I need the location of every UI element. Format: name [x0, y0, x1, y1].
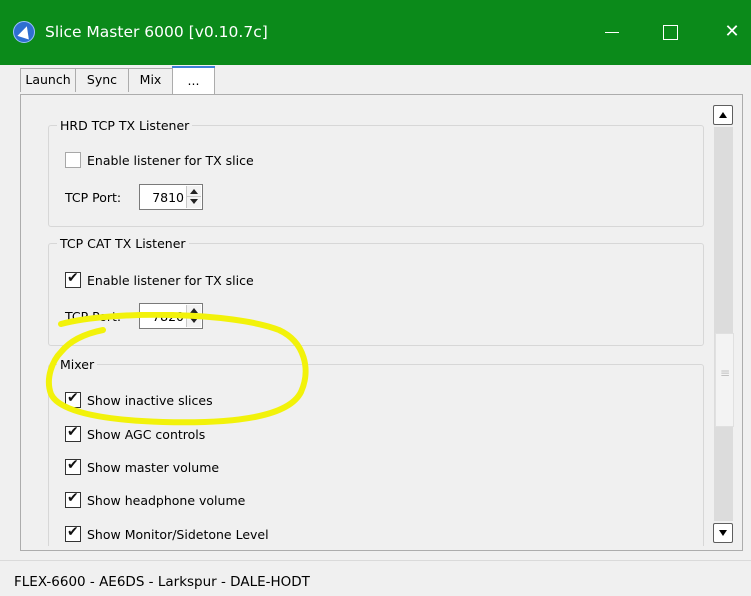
hrd-tcp-tx-listener-group: HRD TCP TX Listener Enable listener for …	[48, 118, 704, 227]
scrollbar-thumb[interactable]	[715, 333, 734, 427]
scroll-up-arrow-icon[interactable]	[713, 105, 733, 125]
spin-up-arrow-icon[interactable]	[187, 186, 201, 197]
scrollbar-track[interactable]	[714, 127, 734, 521]
vertical-scrollbar[interactable]	[713, 105, 735, 545]
show-headphone-volume-checkbox[interactable]: Show headphone volume	[65, 490, 245, 510]
checkmark-icon	[67, 424, 79, 440]
hrd-enable-checkbox[interactable]: Enable listener for TX slice	[65, 150, 254, 170]
checkbox-box[interactable]	[65, 424, 81, 442]
tab-launch[interactable]: Launch	[20, 68, 76, 92]
show-master-volume-checkbox[interactable]: Show master volume	[65, 457, 219, 477]
port-label: TCP Port:	[65, 308, 122, 324]
checkbox-box[interactable]	[65, 490, 81, 508]
tab-more[interactable]: ...	[172, 66, 215, 94]
maximize-button[interactable]	[650, 15, 690, 49]
checkbox-box[interactable]	[65, 524, 81, 542]
checkbox-box[interactable]	[65, 457, 81, 475]
checkmark-icon	[67, 490, 79, 506]
checkbox-label: Show inactive slices	[87, 392, 213, 408]
checkmark-icon	[67, 457, 79, 473]
group-title: TCP CAT TX Listener	[57, 236, 189, 251]
tab-mix[interactable]: Mix	[128, 68, 173, 92]
port-value[interactable]: 7820	[152, 309, 184, 324]
tcp-cat-tx-listener-group: TCP CAT TX Listener Enable listener for …	[48, 236, 704, 346]
settings-scroll-area[interactable]: HRD TCP TX Listener Enable listener for …	[21, 95, 711, 546]
tab-panel: HRD TCP TX Listener Enable listener for …	[20, 94, 743, 551]
checkmark-icon	[67, 270, 79, 286]
checkbox-label: Enable listener for TX slice	[87, 152, 254, 168]
spin-up-arrow-icon[interactable]	[187, 305, 201, 316]
cat-port-row: TCP Port: 7820	[65, 302, 203, 330]
checkbox-label: Enable listener for TX slice	[87, 272, 254, 288]
hrd-port-row: TCP Port: 7810	[65, 183, 203, 211]
status-bar: FLEX-6600 - AE6DS - Larkspur - DALE-HODT	[0, 560, 751, 596]
show-agc-controls-checkbox[interactable]: Show AGC controls	[65, 424, 205, 444]
show-monitor-sidetone-checkbox[interactable]: Show Monitor/Sidetone Level	[65, 524, 269, 544]
port-label: TCP Port:	[65, 189, 122, 205]
tab-sync[interactable]: Sync	[75, 68, 129, 92]
checkbox-label: Show headphone volume	[87, 492, 246, 508]
scroll-down-arrow-icon[interactable]	[713, 523, 733, 543]
window-title: Slice Master 6000 [v0.10.7c]	[45, 23, 268, 41]
status-text: FLEX-6600 - AE6DS - Larkspur - DALE-HODT	[14, 574, 310, 590]
checkbox-box[interactable]	[65, 152, 81, 168]
cat-port-spinner[interactable]: 7820	[139, 303, 203, 329]
group-title: HRD TCP TX Listener	[57, 118, 193, 133]
checkbox-label: Show master volume	[87, 459, 220, 475]
checkmark-icon	[67, 390, 79, 406]
checkbox-box[interactable]	[65, 270, 81, 288]
close-button[interactable]: ✕	[712, 15, 751, 49]
group-title: Mixer	[57, 357, 98, 372]
show-inactive-slices-checkbox[interactable]: Show inactive slices	[65, 390, 213, 410]
hrd-port-spinner[interactable]: 7810	[139, 184, 203, 210]
checkmark-icon	[67, 524, 79, 540]
checkbox-label: Show AGC controls	[87, 426, 206, 442]
spinner-buttons	[186, 186, 201, 208]
spin-down-arrow-icon[interactable]	[187, 316, 201, 327]
mixer-group: Mixer Show inactive slices Show AGC cont…	[48, 357, 704, 546]
checkbox-box[interactable]	[65, 390, 81, 408]
spinner-buttons	[186, 305, 201, 327]
app-logo-icon	[13, 21, 35, 43]
spin-down-arrow-icon[interactable]	[187, 197, 201, 208]
port-value[interactable]: 7810	[152, 190, 184, 205]
title-bar: Slice Master 6000 [v0.10.7c] ✕	[0, 0, 751, 65]
minimize-button[interactable]	[592, 15, 632, 49]
checkbox-label: Show Monitor/Sidetone Level	[87, 526, 269, 542]
cat-enable-checkbox[interactable]: Enable listener for TX slice	[65, 270, 254, 290]
